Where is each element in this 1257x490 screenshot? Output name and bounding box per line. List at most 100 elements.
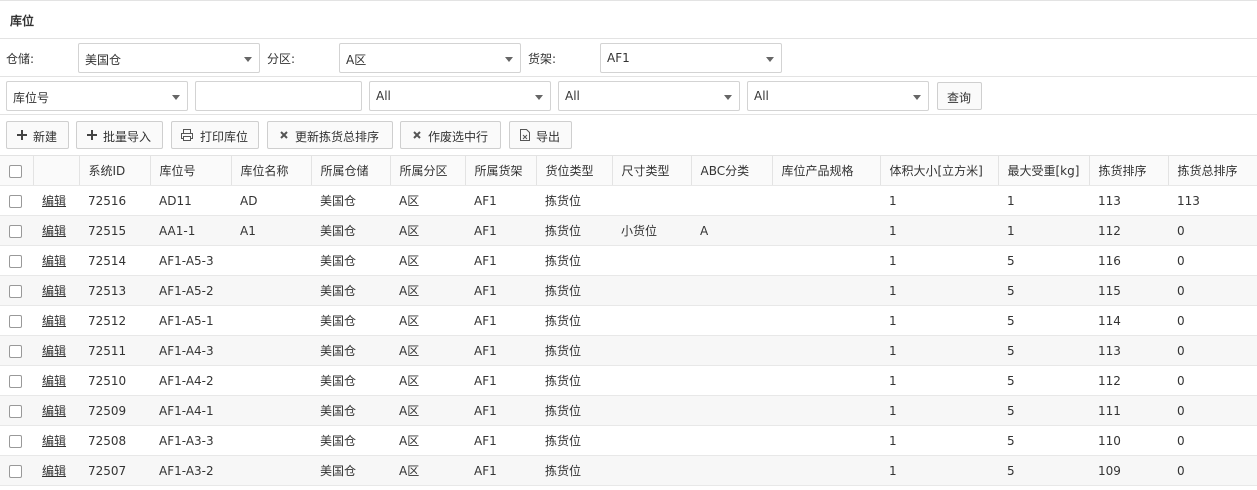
column-header[interactable]: ABC分类 — [691, 155, 773, 186]
cell-wh: 美国仓 — [311, 395, 390, 426]
row-checkbox[interactable] — [9, 344, 22, 358]
edit-link[interactable]: 编辑 — [42, 404, 66, 418]
column-header[interactable]: 所属仓储 — [311, 155, 391, 186]
cell-wh: 美国仓 — [311, 455, 390, 486]
row-select-cell — [0, 335, 33, 366]
zone-select[interactable]: A区 — [339, 43, 521, 73]
select-all-header — [0, 155, 34, 186]
cell-vol: 1 — [880, 395, 998, 426]
row-checkbox[interactable] — [9, 374, 22, 388]
filter-select-3-value: All — [754, 89, 769, 103]
column-header[interactable]: 拣货总排序 — [1168, 155, 1257, 186]
warehouse-select[interactable]: 美国仓 — [78, 43, 260, 73]
table-row[interactable]: 编辑 72509 AF1-A4-1 美国仓 A区 AF1 拣货位 1 5 111 0 — [0, 395, 1257, 426]
table-row[interactable]: 编辑 72508 AF1-A3-3 美国仓 A区 AF1 拣货位 1 5 110 0 — [0, 425, 1257, 456]
void-selected-button-label: 作废选中行 — [428, 130, 489, 144]
table-row[interactable]: 编辑 72513 AF1-A5-2 美国仓 A区 AF1 拣货位 1 5 115 0 — [0, 275, 1257, 306]
cell-weight: 5 — [998, 365, 1089, 396]
cell-type: 拣货位 — [536, 335, 612, 366]
warehouse-label: 仓储: — [6, 52, 35, 66]
update-pick-sort-button[interactable]: 更新拣货总排序 — [267, 121, 393, 149]
cell-type: 拣货位 — [536, 185, 612, 216]
row-checkbox[interactable] — [9, 404, 22, 418]
filter-row-search: 库位号 All All All 查询 — [0, 77, 1257, 115]
table-row[interactable]: 编辑 72516 AD11 AD 美国仓 A区 AF1 拣货位 1 1 113 113 — [0, 185, 1257, 216]
cell-code: AF1-A5-1 — [150, 305, 231, 336]
cell-spec — [772, 305, 880, 336]
column-header[interactable]: 系统ID — [79, 155, 151, 186]
cell-sort: 114 — [1089, 305, 1168, 336]
filter-select-2[interactable]: All — [558, 81, 740, 111]
chevron-down-icon — [766, 57, 774, 62]
cell-vol: 1 — [880, 185, 998, 216]
column-header[interactable]: 所属分区 — [390, 155, 466, 186]
filter-row-location: 仓储: 美国仓 分区: A区 货架: AF1 — [0, 39, 1257, 77]
column-header[interactable]: 拣货排序 — [1089, 155, 1169, 186]
cell-id: 72510 — [79, 365, 150, 396]
row-checkbox[interactable] — [9, 194, 22, 208]
new-button[interactable]: 新建 — [6, 121, 69, 149]
filter-select-1[interactable]: All — [369, 81, 551, 111]
column-header[interactable]: 尺寸类型 — [612, 155, 692, 186]
cell-total: 113 — [1168, 185, 1257, 216]
table-row[interactable]: 编辑 72512 AF1-A5-1 美国仓 A区 AF1 拣货位 1 5 114 0 — [0, 305, 1257, 336]
select-all-checkbox[interactable] — [9, 164, 22, 178]
table-row[interactable]: 编辑 72510 AF1-A4-2 美国仓 A区 AF1 拣货位 1 5 112 0 — [0, 365, 1257, 396]
column-header[interactable]: 库位号 — [150, 155, 232, 186]
cell-weight: 5 — [998, 455, 1089, 486]
table-row[interactable]: 编辑 72514 AF1-A5-3 美国仓 A区 AF1 拣货位 1 5 116 0 — [0, 245, 1257, 276]
edit-link[interactable]: 编辑 — [42, 434, 66, 448]
cell-wh: 美国仓 — [311, 305, 390, 336]
edit-link[interactable]: 编辑 — [42, 344, 66, 358]
edit-link[interactable]: 编辑 — [42, 464, 66, 478]
row-checkbox[interactable] — [9, 464, 22, 478]
cell-name — [231, 275, 311, 306]
search-field-select[interactable]: 库位号 — [6, 81, 188, 111]
column-header[interactable]: 货位类型 — [536, 155, 613, 186]
print-location-button[interactable]: 打印库位 — [171, 121, 259, 149]
column-header[interactable]: 库位产品规格 — [772, 155, 881, 186]
cell-vol: 1 — [880, 425, 998, 456]
query-button[interactable]: 查询 — [937, 82, 982, 110]
row-checkbox[interactable] — [9, 254, 22, 268]
cell-id: 72516 — [79, 185, 150, 216]
chevron-down-icon — [244, 57, 252, 62]
edit-link[interactable]: 编辑 — [42, 314, 66, 328]
filter-select-1-value: All — [376, 89, 391, 103]
column-header[interactable]: 体积大小[立方米] — [880, 155, 999, 186]
row-select-cell — [0, 215, 33, 246]
export-button[interactable]: 导出 — [509, 121, 572, 149]
cell-abc — [691, 275, 772, 306]
column-header[interactable]: 库位名称 — [231, 155, 312, 186]
table-row[interactable]: 编辑 72511 AF1-A4-3 美国仓 A区 AF1 拣货位 1 5 113 0 — [0, 335, 1257, 366]
cell-id: 72512 — [79, 305, 150, 336]
edit-cell: 编辑 — [33, 185, 79, 216]
cell-size — [612, 395, 691, 426]
row-checkbox[interactable] — [9, 284, 22, 298]
row-checkbox[interactable] — [9, 434, 22, 448]
edit-link[interactable]: 编辑 — [42, 224, 66, 238]
filter-select-3[interactable]: All — [747, 81, 929, 111]
edit-link[interactable]: 编辑 — [42, 194, 66, 208]
cell-name: AD — [231, 185, 311, 216]
cell-sort: 115 — [1089, 275, 1168, 306]
row-checkbox[interactable] — [9, 224, 22, 238]
edit-link[interactable]: 编辑 — [42, 284, 66, 298]
chevron-down-icon — [172, 95, 180, 100]
edit-link[interactable]: 编辑 — [42, 254, 66, 268]
table-row[interactable]: 编辑 72515 AA1-1 A1 美国仓 A区 AF1 拣货位 小货位 A 1 1 112 0 — [0, 215, 1257, 246]
cell-shelf: AF1 — [465, 455, 536, 486]
void-selected-button[interactable]: 作废选中行 — [400, 121, 501, 149]
search-input[interactable] — [195, 81, 362, 111]
shelf-select[interactable]: AF1 — [600, 43, 782, 73]
row-checkbox[interactable] — [9, 314, 22, 328]
cell-code: AF1-A5-2 — [150, 275, 231, 306]
cell-shelf: AF1 — [465, 365, 536, 396]
edit-link[interactable]: 编辑 — [42, 374, 66, 388]
column-header[interactable]: 最大受重[kg] — [998, 155, 1090, 186]
table-row[interactable]: 编辑 72507 AF1-A3-2 美国仓 A区 AF1 拣货位 1 5 109 0 — [0, 455, 1257, 486]
plus-icon — [17, 130, 27, 140]
batch-import-button[interactable]: 批量导入 — [76, 121, 163, 149]
cell-wh: 美国仓 — [311, 425, 390, 456]
column-header[interactable]: 所属货架 — [465, 155, 537, 186]
